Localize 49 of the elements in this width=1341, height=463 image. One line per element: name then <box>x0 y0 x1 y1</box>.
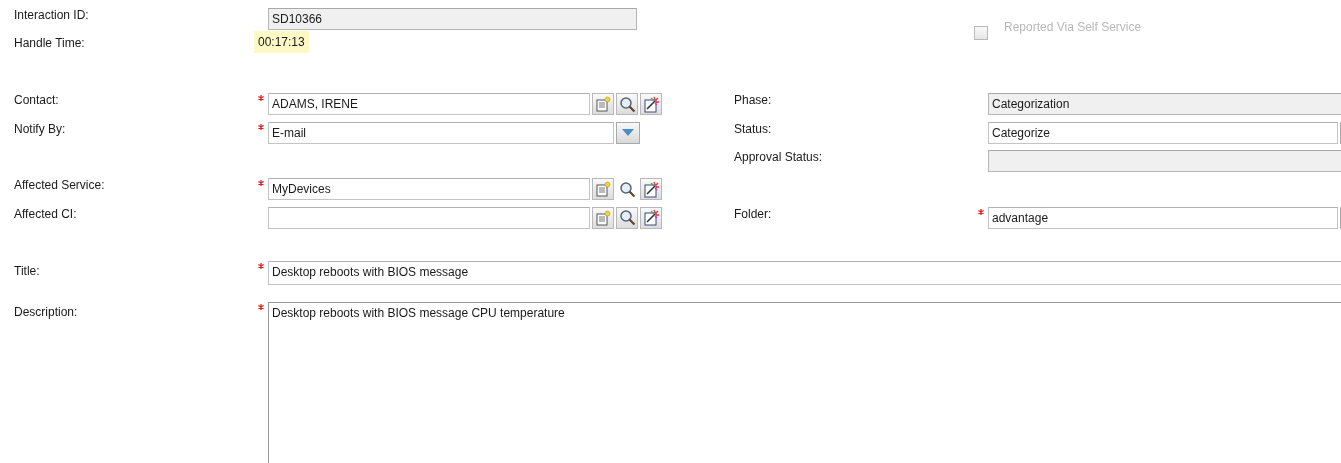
search-icon <box>618 209 636 226</box>
field-label: Approval Status: <box>734 150 824 164</box>
required-asterisk-icon <box>258 123 264 130</box>
required-asterisk-icon <box>978 208 984 215</box>
dropdown-field[interactable]: advantage <box>988 206 1338 229</box>
dropdown-field[interactable]: Categorize <box>988 121 1338 144</box>
caret-icon <box>622 129 634 136</box>
search-icon <box>618 180 636 198</box>
field-label: Affected Service: <box>14 178 106 192</box>
field-label: Interaction ID: <box>14 8 90 22</box>
icon-button[interactable] <box>616 206 638 229</box>
required-asterisk-icon <box>258 303 264 310</box>
readonly-field: SD10366 <box>268 8 637 30</box>
description-field[interactable]: Desktop reboots with BIOS message CPU temperature <box>268 301 1341 463</box>
checkbox-label: Reported Via Self Service <box>1004 20 1142 34</box>
icon-button[interactable] <box>640 206 662 229</box>
wand-document-icon <box>642 95 660 113</box>
field-label: Contact: <box>14 93 60 107</box>
field-label: Affected CI: <box>14 206 78 221</box>
icon-button[interactable] <box>592 206 614 229</box>
handle-time: 00:17:13 <box>254 31 309 53</box>
document-icon <box>595 209 611 226</box>
document-icon <box>595 96 611 112</box>
required-asterisk-icon <box>258 95 264 101</box>
required-asterisk-icon <box>258 262 264 269</box>
field-label: Folder: <box>734 206 773 221</box>
lookup-field[interactable] <box>268 206 590 229</box>
wand-document-icon <box>642 209 660 226</box>
field-label: Handle Time: <box>14 36 86 50</box>
lookup-field[interactable]: ADAMS, IRENE <box>268 93 590 115</box>
dropdown-button[interactable] <box>616 121 640 144</box>
wand-document-icon <box>642 180 660 198</box>
icon-button[interactable] <box>640 93 662 115</box>
field-label: Title: <box>14 263 41 280</box>
readonly-field: Categorization <box>988 93 1341 115</box>
field-label: Description: <box>14 304 79 321</box>
icon-button[interactable] <box>592 178 614 200</box>
document-icon <box>595 181 611 197</box>
search-icon <box>618 95 636 113</box>
icon-button[interactable] <box>592 93 614 115</box>
lookup-field[interactable]: MyDevices <box>268 178 590 200</box>
icon-button[interactable] <box>640 178 662 200</box>
required-asterisk-icon <box>258 180 264 186</box>
title-field[interactable]: Desktop reboots with BIOS message <box>268 260 1341 285</box>
icon-button[interactable] <box>616 93 638 115</box>
dropdown-field[interactable]: E-mail <box>268 121 614 144</box>
field-label: Phase: <box>734 93 773 107</box>
field-label: Status: <box>734 121 773 136</box>
field-label: Notify By: <box>14 121 67 136</box>
